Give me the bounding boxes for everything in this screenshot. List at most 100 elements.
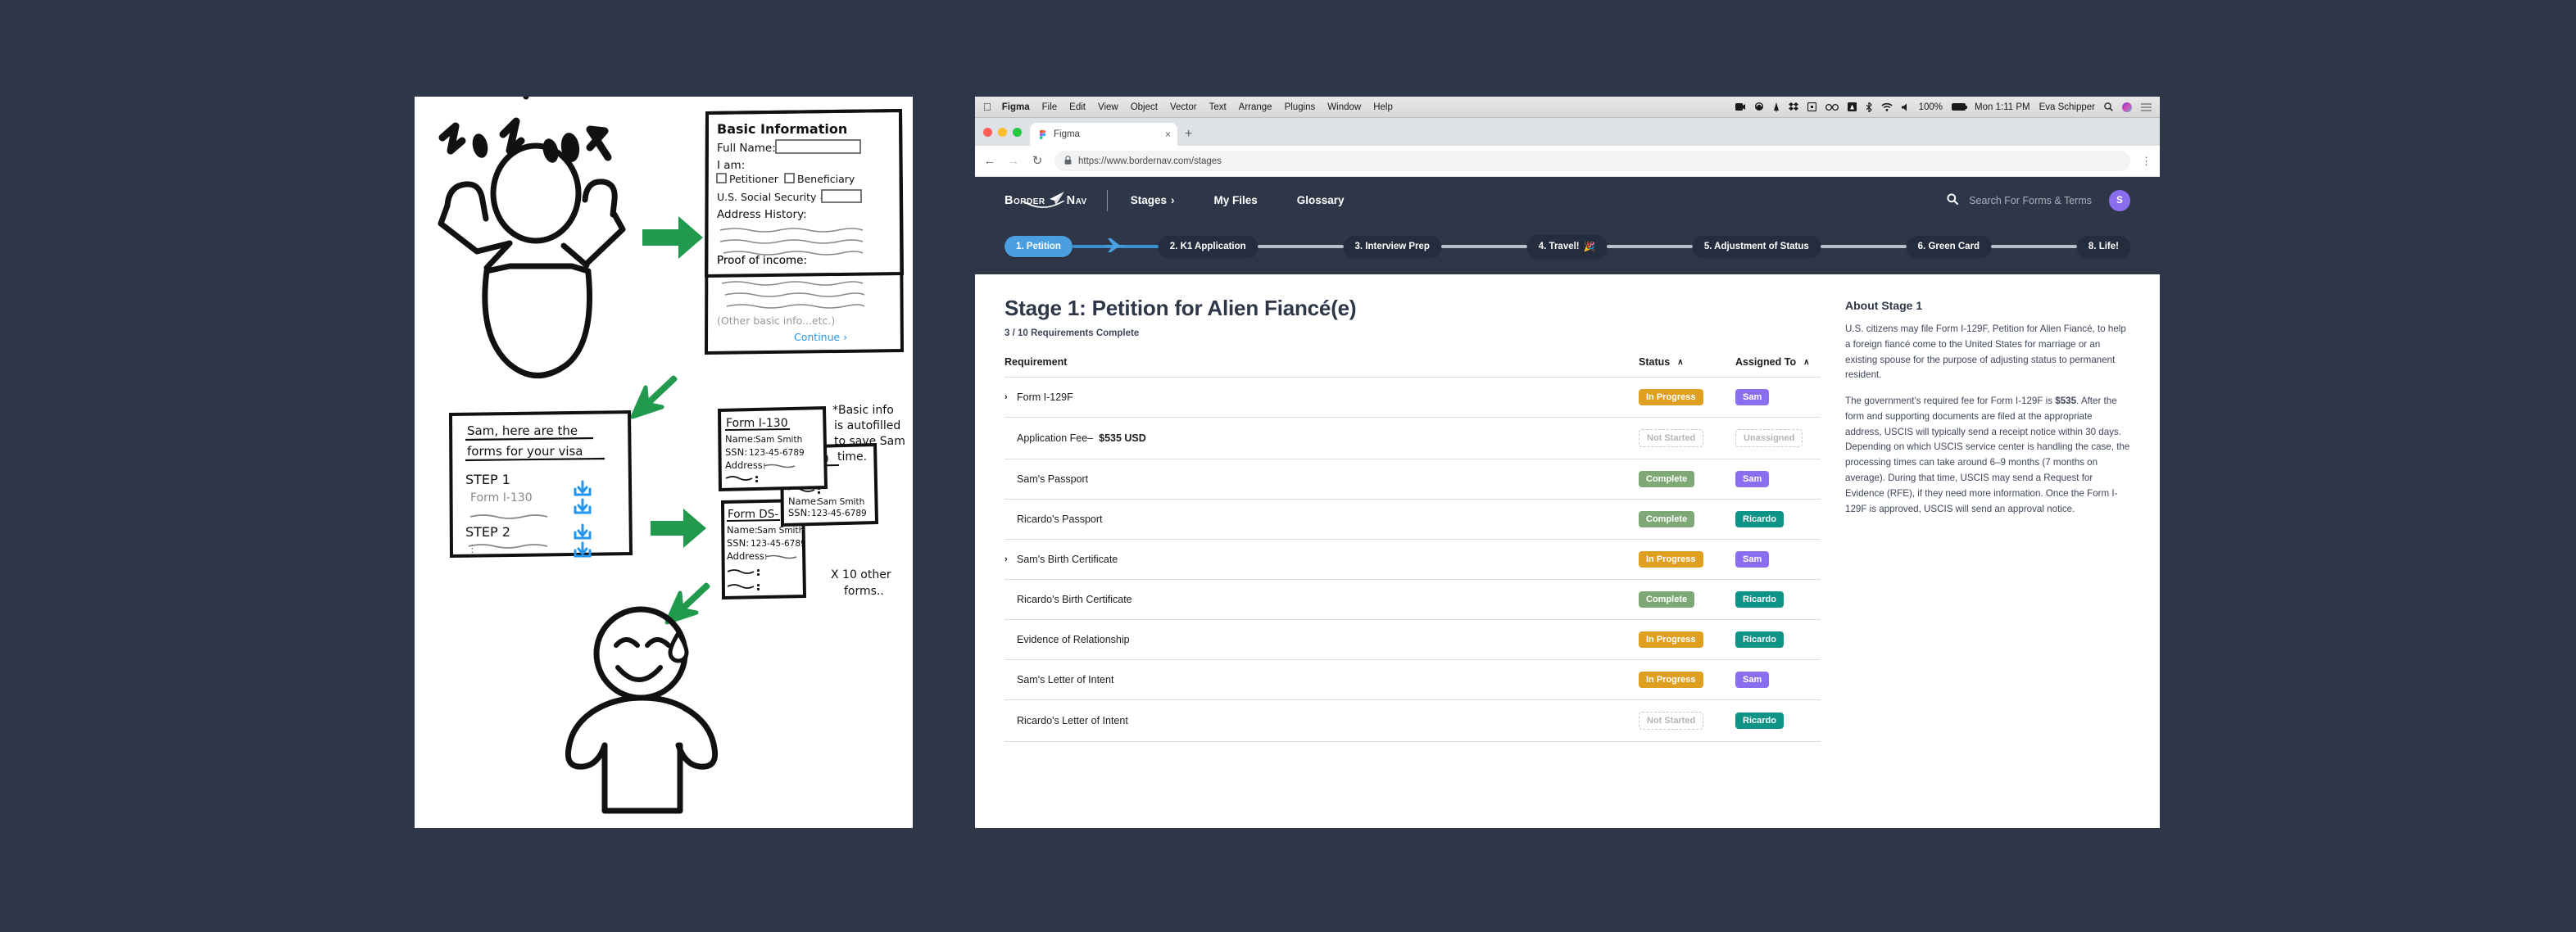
menu-item-object[interactable]: Object [1131,102,1158,112]
svg-text:Form I-130: Form I-130 [726,417,788,430]
volume-icon[interactable] [1901,103,1910,111]
assignee-badge[interactable]: Sam [1735,551,1770,568]
close-icon[interactable]: × [1165,129,1171,139]
stage-pill-3[interactable]: 3. Interview Prep [1343,236,1441,257]
nav-link-my-files[interactable]: My Files [1214,194,1258,206]
status-badge[interactable]: Complete [1639,511,1695,527]
assignee-badge[interactable]: Ricardo [1735,713,1784,729]
apple-icon[interactable]:  [983,102,991,112]
expand-row-icon[interactable]: › [1005,392,1011,402]
assignee-badge[interactable]: Unassigned [1735,429,1803,447]
spotlight-search-icon[interactable] [2104,102,2113,111]
requirement-name: Ricardo's Birth Certificate [1017,594,1132,605]
menu-item-vector[interactable]: Vector [1170,102,1197,112]
assignee-badge[interactable]: Sam [1735,672,1770,688]
party-popper-icon: 🎉 [1583,242,1595,252]
avatar[interactable]: S [2109,189,2130,211]
status-badge[interactable]: Not Started [1639,712,1704,730]
status-badge[interactable]: In Progress [1639,551,1703,568]
table-row[interactable]: ›Sam's Letter of Intent In Progress Sam [1005,659,1821,700]
close-window-button[interactable] [983,127,992,137]
display-icon[interactable] [1807,102,1816,111]
clock[interactable]: Mon 1:11 PM [1975,102,2030,112]
back-icon[interactable]: ← [983,155,996,167]
status-badge[interactable]: Complete [1639,471,1695,487]
stage-pill-7[interactable]: 8. Life! [2076,236,2130,257]
reload-icon[interactable]: ↻ [1031,155,1044,167]
table-row[interactable]: ›Ricardo's Birth Certificate Complete Ri… [1005,579,1821,620]
status-badge[interactable]: In Progress [1639,672,1703,688]
menu-item-figma[interactable]: Figma [1002,102,1030,112]
svg-text:*Basic info: *Basic info [832,404,894,417]
bluetooth-icon[interactable] [1866,102,1872,112]
dropbox-icon[interactable] [1788,102,1798,111]
status-badge[interactable]: In Progress [1639,389,1703,405]
wifi-icon[interactable] [1881,102,1893,111]
menu-item-plugins[interactable]: Plugins [1285,102,1316,112]
menu-item-view[interactable]: View [1098,102,1118,112]
status-badge[interactable]: Complete [1639,591,1695,608]
glasses-icon[interactable] [1825,103,1839,111]
requirement-name: Sam's Passport [1017,473,1089,485]
table-row[interactable]: › Sam's Birth Certificate In Progress Sam [1005,539,1821,580]
svg-text:Beneficiary: Beneficiary [797,173,855,185]
svg-text:I am:: I am: [717,159,745,172]
menu-item-arrange[interactable]: Arrange [1239,102,1272,112]
search-icon[interactable] [1947,193,1959,207]
browser-menu-icon[interactable]: ⋮ [2141,156,2152,166]
sail-icon[interactable] [1773,102,1780,112]
stage-pill-2[interactable]: 2. K1 Application [1158,236,1258,257]
headphones-icon[interactable] [1754,102,1764,111]
svg-text:to save Sam: to save Sam [834,435,905,448]
stage-pill-4[interactable]: 4. Travel! 🎉 [1526,235,1607,258]
screen-record-icon[interactable] [1735,102,1745,111]
siri-icon[interactable] [2122,102,2132,112]
menu-item-window[interactable]: Window [1327,102,1361,112]
maximize-window-button[interactable] [1013,127,1022,137]
nav-link-glossary[interactable]: Glossary [1297,194,1345,206]
user-name[interactable]: Eva Schipper [2039,102,2095,112]
stage-pill-1[interactable]: 1. Petition [1005,236,1073,257]
browser-tab-figma[interactable]: Figma × [1030,123,1177,146]
macos-menu-bar:  Figma File Edit View Object Vector Tex… [975,97,2160,118]
table-row[interactable]: ›Ricardo's Letter of Intent Not Started … [1005,699,1821,742]
nav-link-stages-label: Stages [1130,194,1167,206]
control-center-icon[interactable] [2141,102,2152,111]
assignee-badge[interactable]: Sam [1735,389,1770,405]
table-row[interactable]: ›Sam's Passport Complete Sam [1005,459,1821,500]
table-row[interactable]: › Form I-129F In Progress Sam [1005,377,1821,418]
menu-item-help[interactable]: Help [1373,102,1393,112]
status-badge[interactable]: Not Started [1639,429,1704,447]
nav-link-stages[interactable]: Stages › [1131,194,1175,206]
menu-item-text[interactable]: Text [1209,102,1227,112]
new-tab-button[interactable]: + [1185,127,1192,142]
table-row[interactable]: ›Evidence of Relationship In Progress Ri… [1005,619,1821,660]
stage-connector-6 [1991,245,2077,248]
adobe-icon[interactable] [1847,102,1857,111]
table-row[interactable]: ›Ricardo's Passport Complete Ricardo [1005,499,1821,540]
assignee-badge[interactable]: Ricardo [1735,591,1784,608]
status-badge[interactable]: In Progress [1639,631,1703,648]
search-input[interactable]: Search For Forms & Terms [1969,195,2092,206]
assignee-badge[interactable]: Ricardo [1735,511,1784,527]
stage-pill-5[interactable]: 5. Adjustment of Status [1692,236,1821,257]
column-header-status[interactable]: Status ∧ [1639,356,1735,378]
basic-information-form-sketch: Basic Information Full Name: I am: Petit… [704,108,905,278]
column-header-assigned-to[interactable]: Assigned To ∧ [1735,356,1821,378]
address-bar[interactable]: https://www.bordernav.com/stages [1054,151,2130,171]
bordernav-logo[interactable]: Border Nav [1005,191,1087,210]
assignee-badge[interactable]: Sam [1735,471,1770,487]
svg-text::: : [757,568,760,577]
sort-ascending-icon[interactable]: ∧ [1677,358,1683,367]
sort-ascending-icon[interactable]: ∧ [1803,358,1809,367]
svg-text:forms for your visa: forms for your visa [467,444,583,459]
stage-pill-6[interactable]: 6. Green Card [1906,236,1992,257]
assignee-badge[interactable]: Ricardo [1735,631,1784,648]
minimize-window-button[interactable] [998,127,1007,137]
forward-icon[interactable]: → [1007,155,1020,167]
requirements-complete-count: 3 / 10 Requirements Complete [1005,328,1140,338]
menu-item-file[interactable]: File [1042,102,1058,112]
menu-item-edit[interactable]: Edit [1069,102,1086,112]
expand-row-icon[interactable]: › [1005,554,1011,564]
table-row[interactable]: ›Application Fee– $535 USD Not Started U… [1005,417,1821,459]
